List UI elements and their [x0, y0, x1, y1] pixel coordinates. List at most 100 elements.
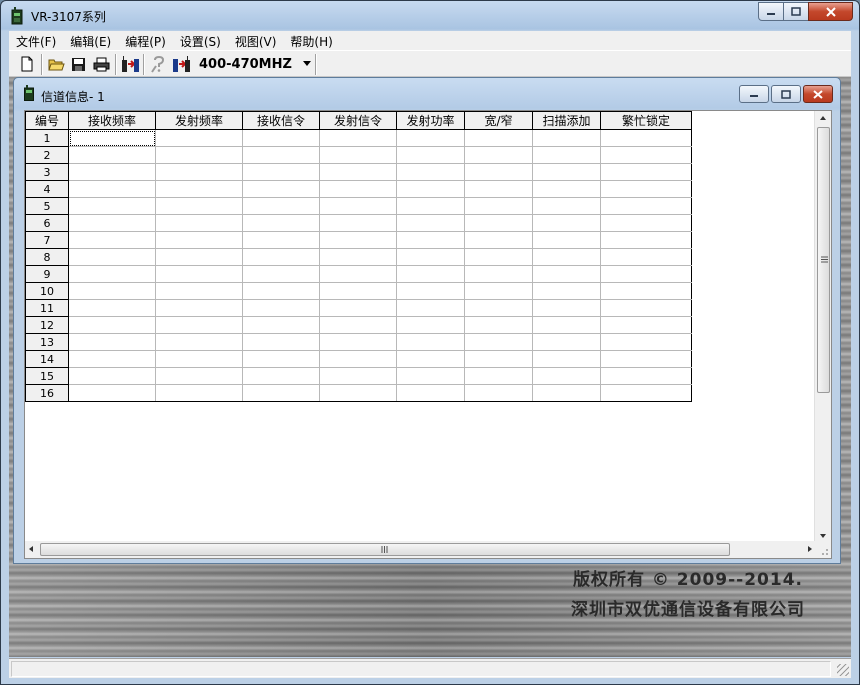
table-row[interactable]: 2 — [25, 146, 692, 164]
table-cell[interactable] — [464, 265, 533, 283]
table-cell[interactable] — [532, 316, 601, 334]
table-cell[interactable] — [396, 129, 465, 147]
table-row[interactable]: 9 — [25, 265, 692, 283]
resize-grip-icon[interactable] — [837, 664, 849, 676]
table-cell[interactable] — [464, 146, 533, 164]
column-header-tx-freq[interactable]: 发射频率 — [155, 111, 243, 130]
table-cell[interactable] — [319, 197, 397, 215]
table-cell[interactable] — [600, 367, 692, 385]
table-cell[interactable] — [68, 367, 156, 385]
table-row[interactable]: 16 — [25, 384, 692, 402]
maximize-button[interactable] — [783, 2, 809, 21]
open-button[interactable] — [46, 54, 66, 74]
row-number[interactable]: 6 — [25, 214, 69, 232]
horizontal-scroll-thumb[interactable] — [40, 543, 730, 556]
table-cell[interactable] — [600, 299, 692, 317]
column-header-bandwidth[interactable]: 宽/窄 — [464, 111, 533, 130]
table-cell[interactable] — [155, 367, 243, 385]
table-cell[interactable] — [319, 265, 397, 283]
table-cell[interactable] — [532, 129, 601, 147]
column-header-scan-add[interactable]: 扫描添加 — [532, 111, 601, 130]
menu-help[interactable]: 帮助(H) — [283, 31, 339, 50]
table-cell[interactable] — [68, 333, 156, 351]
child-close-button[interactable] — [803, 85, 833, 103]
table-cell[interactable] — [464, 282, 533, 300]
table-cell[interactable] — [396, 231, 465, 249]
table-cell[interactable] — [242, 129, 320, 147]
table-cell[interactable] — [319, 299, 397, 317]
menu-program[interactable]: 编程(P) — [118, 31, 173, 50]
menu-file[interactable]: 文件(F) — [9, 31, 63, 50]
table-cell[interactable] — [319, 231, 397, 249]
scroll-right-icon[interactable] — [808, 546, 812, 552]
minimize-button[interactable] — [758, 2, 784, 21]
table-cell[interactable] — [242, 146, 320, 164]
table-cell[interactable] — [600, 214, 692, 232]
table-cell[interactable] — [155, 129, 243, 147]
table-cell[interactable] — [532, 197, 601, 215]
table-cell[interactable] — [396, 180, 465, 198]
table-cell[interactable] — [532, 333, 601, 351]
table-row[interactable]: 10 — [25, 282, 692, 300]
table-cell[interactable] — [600, 180, 692, 198]
table-cell[interactable] — [464, 333, 533, 351]
table-row[interactable]: 5 — [25, 197, 692, 215]
row-number[interactable]: 5 — [25, 197, 69, 215]
table-cell[interactable] — [464, 299, 533, 317]
child-minimize-button[interactable] — [739, 85, 769, 103]
table-cell[interactable] — [242, 197, 320, 215]
table-row[interactable]: 8 — [25, 248, 692, 266]
table-cell[interactable] — [532, 265, 601, 283]
scroll-left-icon[interactable] — [29, 546, 33, 552]
table-cell[interactable] — [600, 163, 692, 181]
table-row[interactable]: 12 — [25, 316, 692, 334]
table-cell[interactable] — [242, 214, 320, 232]
row-number[interactable]: 11 — [25, 299, 69, 317]
table-cell[interactable] — [464, 248, 533, 266]
table-cell[interactable] — [532, 350, 601, 368]
table-cell[interactable] — [464, 367, 533, 385]
table-row[interactable]: 7 — [25, 231, 692, 249]
table-cell[interactable] — [600, 384, 692, 402]
table-cell[interactable] — [532, 231, 601, 249]
table-cell[interactable] — [242, 248, 320, 266]
table-cell[interactable] — [68, 180, 156, 198]
table-cell[interactable] — [464, 129, 533, 147]
table-cell[interactable] — [242, 350, 320, 368]
table-cell[interactable] — [155, 146, 243, 164]
row-number[interactable]: 7 — [25, 231, 69, 249]
row-number[interactable]: 8 — [25, 248, 69, 266]
table-cell[interactable] — [155, 214, 243, 232]
table-cell[interactable] — [68, 265, 156, 283]
title-bar[interactable]: VR-3107系列 — [1, 1, 859, 31]
column-header-busy-lock[interactable]: 繁忙锁定 — [600, 111, 692, 130]
table-cell[interactable] — [242, 180, 320, 198]
close-button[interactable] — [808, 2, 853, 21]
table-row[interactable]: 13 — [25, 333, 692, 351]
table-row[interactable]: 6 — [25, 214, 692, 232]
table-cell[interactable] — [464, 231, 533, 249]
help-button[interactable] — [148, 54, 168, 74]
row-number[interactable]: 2 — [25, 146, 69, 164]
table-cell[interactable] — [600, 129, 692, 147]
table-cell[interactable] — [396, 333, 465, 351]
row-number[interactable]: 4 — [25, 180, 69, 198]
column-header-rx-signal[interactable]: 接收信令 — [242, 111, 320, 130]
table-cell[interactable] — [532, 163, 601, 181]
table-cell[interactable] — [68, 384, 156, 402]
table-cell[interactable] — [464, 350, 533, 368]
table-cell[interactable] — [242, 299, 320, 317]
column-header-number[interactable]: 编号 — [25, 111, 69, 130]
chevron-down-icon[interactable] — [303, 61, 311, 66]
horizontal-scrollbar[interactable] — [25, 541, 816, 558]
table-cell[interactable] — [600, 265, 692, 283]
table-cell[interactable] — [464, 316, 533, 334]
table-cell[interactable] — [319, 146, 397, 164]
table-cell[interactable] — [319, 248, 397, 266]
table-cell[interactable] — [68, 146, 156, 164]
table-cell[interactable] — [155, 299, 243, 317]
table-cell[interactable] — [155, 248, 243, 266]
table-cell[interactable] — [396, 282, 465, 300]
table-cell[interactable] — [319, 282, 397, 300]
table-cell[interactable] — [68, 299, 156, 317]
